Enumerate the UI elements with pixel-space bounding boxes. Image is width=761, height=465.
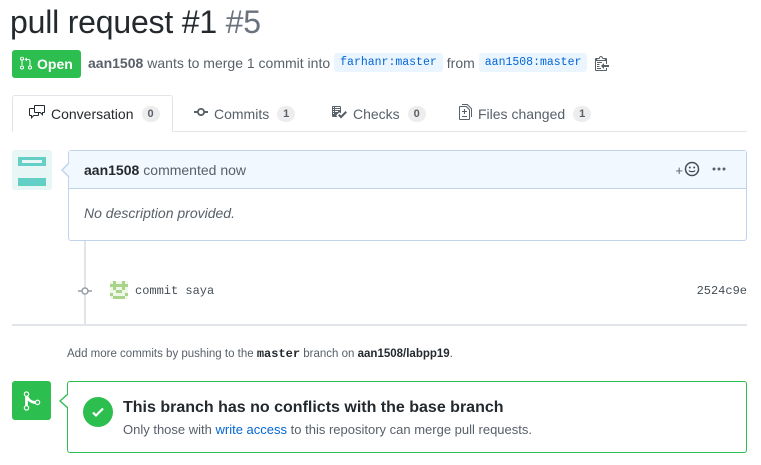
- comment-header: aan1508 commented now +: [69, 151, 746, 189]
- from-text: from: [446, 54, 475, 71]
- hint-repo-link[interactable]: aan1508/labpp19: [358, 348, 450, 360]
- git-commit-icon: [78, 284, 92, 298]
- pr-state-badge: Open: [12, 50, 81, 78]
- tab-label: Checks: [353, 105, 400, 122]
- tab-commits[interactable]: Commits 1: [194, 95, 296, 132]
- reaction-plus-label: +: [675, 163, 683, 178]
- comment-action-text[interactable]: commented now: [143, 162, 246, 178]
- hint-branch: master: [256, 347, 301, 361]
- hint-prefix: Add more commits by pushing to the: [67, 348, 254, 360]
- tab-conversation[interactable]: Conversation 0: [12, 95, 173, 132]
- push-hint: Add more commits by pushing to the maste…: [67, 347, 453, 361]
- pr-meta: aan1508 wants to merge 1 commit into far…: [88, 53, 610, 72]
- head-ref-label[interactable]: aan1508:master: [478, 53, 588, 72]
- commit-author-avatar[interactable]: [110, 281, 128, 299]
- tab-counter: 1: [573, 105, 592, 122]
- smiley-icon: [684, 161, 700, 180]
- comment-body: No description provided.: [84, 205, 235, 221]
- pr-state-label: Open: [37, 56, 73, 72]
- pr-title: pull request #1: [10, 4, 217, 40]
- hint-middle: branch on: [303, 348, 355, 360]
- timeline-divider: [12, 324, 747, 326]
- tab-files-changed[interactable]: Files changed 1: [459, 95, 592, 132]
- clippy-copy-icon[interactable]: [595, 55, 610, 71]
- tab-checks[interactable]: Checks 0: [331, 95, 426, 132]
- merge-desc-prefix: Only those with: [123, 422, 212, 437]
- hint-suffix: .: [449, 348, 453, 360]
- check-icon: [83, 397, 113, 427]
- tab-label: Conversation: [51, 105, 134, 122]
- git-merge-icon: [12, 381, 51, 420]
- tab-label: Commits: [214, 105, 270, 122]
- comment-author-link[interactable]: aan1508: [84, 162, 139, 178]
- pr-tabs: Conversation 0 Commits 1 Checks 0 Files …: [12, 95, 747, 132]
- git-pull-request-icon: [20, 56, 32, 73]
- comment-discussion-icon: [29, 104, 45, 123]
- kebab-horizontal-icon[interactable]: [712, 162, 726, 179]
- commit-message-link[interactable]: commit saya: [135, 284, 214, 298]
- write-access-link[interactable]: write access: [216, 422, 288, 437]
- pr-author-link[interactable]: aan1508: [88, 55, 143, 71]
- page-title: pull request #1 #5: [10, 4, 261, 41]
- tab-counter: 1: [277, 105, 296, 122]
- author-avatar[interactable]: [12, 150, 52, 190]
- merge-desc-suffix: to this repository can merge pull reques…: [290, 422, 532, 437]
- merge-status-desc: Only those with write access to this rep…: [123, 422, 532, 437]
- pr-summary-text: wants to merge 1 commit into: [147, 54, 331, 71]
- comment-box: aan1508 commented now + No description p…: [61, 150, 747, 241]
- add-reaction-button[interactable]: +: [675, 161, 700, 180]
- merge-status-title: This branch has no conflicts with the ba…: [123, 399, 504, 416]
- tab-label: Files changed: [478, 105, 566, 122]
- tab-counter: 0: [141, 105, 160, 122]
- tab-counter: 0: [407, 105, 426, 122]
- git-commit-icon: [194, 104, 208, 123]
- checklist-icon: [331, 104, 347, 123]
- commit-sha-link[interactable]: 2524c9e: [697, 284, 747, 298]
- base-ref-label[interactable]: farhanr:master: [334, 53, 443, 72]
- file-diff-icon: [459, 104, 472, 123]
- pr-number: #5: [225, 4, 261, 40]
- timeline-line: [84, 241, 86, 325]
- merge-status-box: This branch has no conflicts with the ba…: [59, 381, 747, 453]
